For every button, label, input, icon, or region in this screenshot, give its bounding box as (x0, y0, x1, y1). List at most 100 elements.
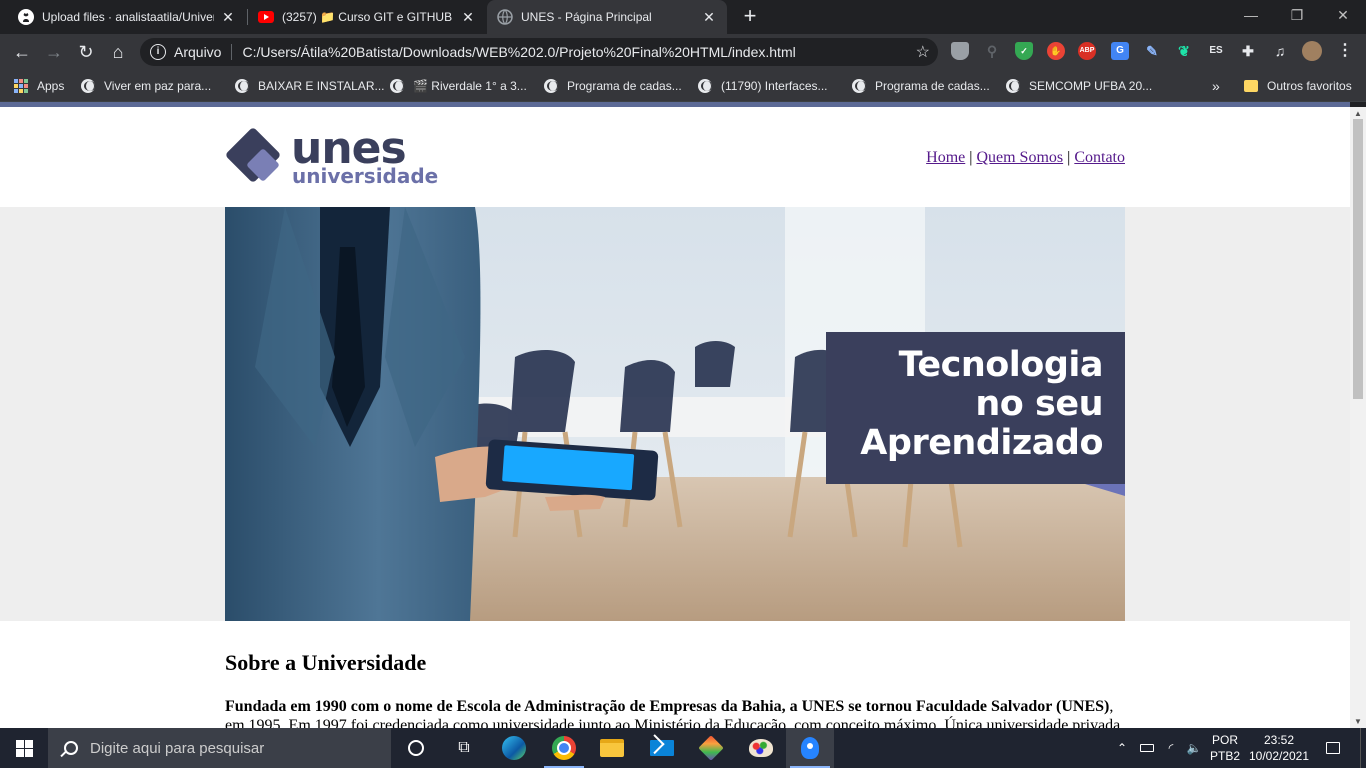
bookmark-item[interactable]: Programa de cadas... (544, 77, 682, 95)
bookmarks-bar: Apps Viver em paz para... BAIXAR E INSTA… (0, 70, 1366, 102)
hero-accent-triangle (1085, 484, 1125, 496)
wifi-icon[interactable]: ◜ (1160, 728, 1182, 768)
address-divider (231, 44, 233, 60)
bookmark-item[interactable]: Programa de cadas... (852, 77, 990, 95)
reload-button[interactable]: ↻ (72, 38, 100, 66)
close-icon[interactable]: ✕ (460, 9, 476, 26)
bookmark-label: Viver em paz para... (104, 79, 212, 93)
adblock-plus-icon[interactable]: ABP (1078, 42, 1096, 60)
start-button[interactable] (0, 728, 48, 768)
nav-about-link[interactable]: Quem Somos (976, 149, 1063, 166)
windows-logo-icon (25, 740, 33, 748)
menu-kebab-icon[interactable]: ⋮ (1336, 42, 1354, 60)
git-icon[interactable] (687, 728, 735, 768)
feather-icon[interactable]: ❦ (1175, 42, 1193, 60)
main-content: Sobre a Universidade Fundada em 1990 com… (225, 621, 1125, 728)
translate-icon[interactable]: G (1111, 42, 1129, 60)
nav-contact-link[interactable]: Contato (1074, 149, 1125, 166)
tab-youtube-git[interactable]: (3257) 📁 Curso GIT e GITHUB - ✕ (248, 0, 486, 34)
bookmarks-overflow-button[interactable]: » (1212, 77, 1220, 95)
show-desktop-button[interactable] (1360, 728, 1366, 768)
cortana-icon[interactable] (392, 728, 440, 768)
globe-icon (235, 79, 249, 93)
file-explorer-icon[interactable] (588, 728, 636, 768)
key-icon[interactable]: ⚲ (983, 42, 1001, 60)
forward-button[interactable]: → (40, 38, 68, 66)
task-view-icon[interactable]: ⧉ (440, 728, 488, 768)
bookmark-item[interactable]: Viver em paz para... (81, 77, 211, 95)
address-scheme-label: Arquivo (174, 44, 222, 60)
bookmark-apps[interactable]: Apps (14, 77, 64, 95)
bookmark-label: Programa de cadas... (875, 79, 990, 93)
other-bookmarks[interactable]: Outros favoritos (1244, 77, 1352, 95)
bookmark-item[interactable]: SEMCOMP UFBA 20... (1006, 77, 1152, 95)
shield-icon[interactable] (951, 42, 969, 60)
page-viewport: unes universidade Home | Quem Somos | Co… (0, 107, 1350, 728)
home-button[interactable]: ⌂ (104, 38, 132, 66)
new-tab-button[interactable]: + (738, 5, 762, 29)
restore-button[interactable]: ❐ (1274, 0, 1320, 30)
language-icon[interactable]: ES (1207, 42, 1225, 60)
input-language[interactable]: POR PTB2 (1208, 728, 1242, 768)
globe-icon (544, 79, 558, 93)
scroll-up-arrow[interactable]: ▲ (1354, 109, 1362, 118)
bookmark-label: BAIXAR E INSTALAR... (258, 79, 385, 93)
nav-separator: | (969, 149, 973, 166)
bookmark-label: (11790) Interfaces... (721, 79, 828, 93)
clock[interactable]: 23:52 10/02/2021 (1246, 728, 1312, 768)
bookmark-label: Programa de cadas... (567, 79, 682, 93)
about-paragraph-bold: Fundada em 1990 com o nome de Escola de … (225, 698, 1110, 715)
windows-taskbar: Digite aqui para pesquisar ⧉ ⌃ ◜ 🔈 POR P… (0, 728, 1366, 768)
battery-icon[interactable] (1136, 728, 1158, 768)
section-title: Sobre a Universidade (225, 650, 427, 675)
tab-title: UNES - Página Principal (521, 10, 652, 24)
bookmark-item[interactable]: 🎬 Riverdale 1° a 3... (390, 77, 527, 95)
pen-icon[interactable]: ✎ (1143, 42, 1161, 60)
tray-expand-icon[interactable]: ⌃ (1112, 728, 1132, 768)
chrome-icon[interactable] (540, 728, 588, 768)
info-icon[interactable]: i (150, 44, 166, 60)
browser-window: Upload files · analistaatila/Univer ✕ (3… (0, 0, 1366, 768)
tab-unes-active[interactable]: UNES - Página Principal ✕ (487, 0, 727, 34)
volume-icon[interactable]: 🔈 (1183, 728, 1205, 768)
tab-github-upload[interactable]: Upload files · analistaatila/Univer ✕ (8, 0, 246, 34)
stop-icon[interactable]: ✋ (1047, 42, 1065, 60)
apps-icon (14, 79, 28, 93)
back-button[interactable]: ← (8, 38, 36, 66)
mail-icon[interactable] (638, 728, 686, 768)
paint-icon[interactable] (737, 728, 785, 768)
close-window-button[interactable]: ✕ (1320, 0, 1366, 30)
close-icon[interactable]: ✕ (220, 9, 236, 26)
notification-icon[interactable] (1318, 728, 1348, 768)
page-scrollbar[interactable]: ▲ ▼ (1350, 107, 1366, 728)
minimize-button[interactable]: — (1228, 0, 1274, 30)
site-nav: Home | Quem Somos | Contato (926, 149, 1125, 167)
scrollbar-thumb[interactable] (1353, 119, 1363, 399)
bookmark-label: SEMCOMP UFBA 20... (1029, 79, 1153, 93)
site-logo[interactable]: unes universidade (224, 125, 445, 189)
media-icon[interactable]: ♫ (1271, 42, 1289, 60)
edge-icon[interactable] (490, 728, 538, 768)
bookmark-label: 🎬 Riverdale 1° a 3... (413, 79, 527, 93)
profile-avatar[interactable] (1302, 41, 1322, 61)
nav-home-link[interactable]: Home (926, 149, 965, 166)
scroll-down-arrow[interactable]: ▼ (1354, 717, 1362, 726)
globe-icon (81, 79, 95, 93)
puzzle-icon[interactable]: ✚ (1239, 42, 1257, 60)
address-bar[interactable]: i Arquivo C:/Users/Átila%20Batista/Downl… (140, 38, 938, 66)
clock-date: 10/02/2021 (1248, 749, 1310, 763)
globe-icon (1006, 79, 1020, 93)
hero-line-2: no seu (975, 384, 1103, 424)
globe-icon (852, 79, 866, 93)
bookmark-item[interactable]: (11790) Interfaces... (698, 77, 828, 95)
bookmark-item[interactable]: BAIXAR E INSTALAR... (235, 77, 384, 95)
hero-line-3: Aprendizado (860, 423, 1103, 463)
bookmark-label: Outros favoritos (1267, 79, 1352, 93)
hero-line-1: Tecnologia (898, 345, 1104, 385)
adguard-icon[interactable]: ✓ (1015, 42, 1033, 60)
clock-time: 23:52 (1263, 733, 1295, 747)
close-icon[interactable]: ✕ (701, 9, 717, 26)
sourcetree-icon[interactable] (786, 728, 834, 768)
taskbar-search[interactable]: Digite aqui para pesquisar (48, 728, 391, 768)
bookmark-star-icon[interactable]: ☆ (916, 42, 930, 62)
